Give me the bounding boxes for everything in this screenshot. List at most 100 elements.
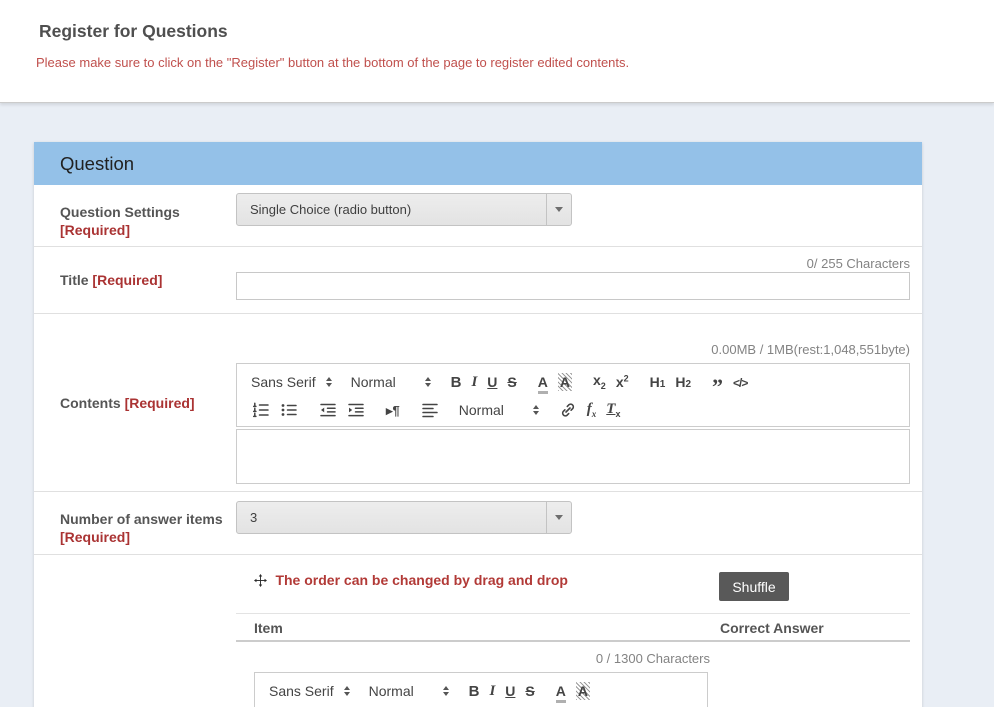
list-ordered-button[interactable]	[247, 397, 275, 423]
superscript-icon: x2	[616, 374, 629, 390]
contents-label: Contents [Required]	[60, 394, 238, 412]
h2-button[interactable]: H2	[670, 369, 696, 395]
size-picker[interactable]: Normal	[347, 374, 435, 390]
italic-icon: I	[489, 683, 495, 699]
item-editor-toolbar: Sans SerifNormalBIUSAAx2x2H1H2”</>▸¶	[254, 672, 708, 707]
list-ordered-icon	[252, 401, 270, 419]
question-settings-label: Question Settings [Required]	[60, 203, 238, 239]
label-text: Title	[60, 272, 89, 288]
blockquote-icon: ”	[712, 371, 723, 393]
row-contents: 0.00MB / 1MB(rest:1,048,551byte) Content…	[34, 314, 922, 492]
color-button[interactable]: A	[551, 678, 571, 704]
contents-size-counter: 0.00MB / 1MB(rest:1,048,551byte)	[34, 314, 910, 359]
answers-section: The order can be changed by drag and dro…	[34, 555, 922, 707]
formula-button[interactable]: fx	[582, 397, 602, 423]
background-button[interactable]: A	[571, 678, 595, 704]
font-picker[interactable]: Sans Serif	[265, 683, 354, 699]
subscript-icon: x2	[593, 373, 606, 391]
indent-button[interactable]	[342, 397, 370, 423]
outdent-button[interactable]	[314, 397, 342, 423]
underline-button[interactable]: U	[482, 369, 502, 395]
italic-button[interactable]: I	[484, 678, 500, 704]
direction-button[interactable]: ▸¶	[381, 397, 405, 423]
contents-editor-area[interactable]	[236, 429, 910, 484]
item-char-counter: 0 / 1300 Characters	[236, 651, 710, 666]
question-panel: Question Question Settings [Required] Si…	[34, 142, 922, 707]
outdent-icon	[319, 401, 337, 419]
italic-button[interactable]: I	[466, 369, 482, 395]
h2-icon: H2	[675, 375, 691, 390]
correct-answer-column-header: Correct Answer	[720, 620, 824, 636]
color-icon: A	[538, 375, 548, 390]
strike-icon: S	[507, 375, 516, 390]
required-badge: [Required]	[92, 272, 162, 288]
item-column-header: Item	[254, 620, 283, 636]
underline-icon: U	[487, 375, 497, 390]
color-button[interactable]: A	[533, 369, 553, 395]
num-items-value: 3	[237, 510, 257, 525]
updown-arrows-icon	[425, 377, 431, 387]
subscript-button[interactable]: x2	[588, 369, 611, 395]
row-question-settings: Question Settings [Required] Single Choi…	[34, 193, 922, 247]
background-icon: A	[576, 684, 590, 699]
header-picker-label: Normal	[459, 402, 504, 418]
shuffle-button[interactable]: Shuffle	[719, 572, 789, 601]
font-picker-label: Sans Serif	[269, 683, 334, 699]
label-text: Question Settings	[60, 204, 180, 220]
strike-button[interactable]: S	[520, 678, 539, 704]
title-input[interactable]	[236, 272, 910, 300]
updown-arrows-icon	[326, 377, 332, 387]
direction-icon: ▸¶	[386, 403, 400, 418]
label-text: Number of answer items	[60, 511, 223, 527]
bold-button[interactable]: B	[464, 678, 485, 704]
required-badge: [Required]	[60, 529, 130, 545]
question-type-select[interactable]: Single Choice (radio button)	[236, 193, 572, 226]
blockquote-button[interactable]: ”	[707, 369, 728, 395]
contents-editor-toolbar: Sans Serif Normal BIUS AAx2 x2 H1 H2 ” </> ▸¶ Norm…	[236, 363, 910, 427]
align-button[interactable]	[416, 397, 444, 423]
drag-drop-row: The order can be changed by drag and dro…	[236, 555, 910, 613]
code-button[interactable]: </>	[728, 369, 752, 395]
select-dropdown-arrow-icon[interactable]	[546, 502, 571, 533]
background-icon: A	[558, 375, 572, 390]
bold-icon: B	[451, 375, 462, 390]
required-badge: [Required]	[125, 395, 195, 411]
num-items-select[interactable]: 3	[236, 501, 572, 534]
item-editor: Sans SerifNormalBIUSAAx2x2H1H2”</>▸¶	[254, 672, 708, 707]
font-picker[interactable]: Sans Serif	[247, 374, 336, 390]
required-badge: [Required]	[60, 222, 130, 238]
clean-button[interactable]: Tx	[601, 397, 625, 423]
label-text: Contents	[60, 395, 121, 411]
select-dropdown-arrow-icon[interactable]	[546, 194, 571, 225]
page-note: Please make sure to click on the "Regist…	[0, 42, 994, 70]
strike-icon: S	[525, 684, 534, 699]
updown-arrows-icon	[443, 686, 449, 696]
list-bullet-button[interactable]	[275, 397, 303, 423]
section-header: Question	[34, 142, 922, 185]
row-number-of-answer-items: Number of answer items [Required] 3	[34, 501, 922, 555]
drag-drop-note: The order can be changed by drag and dro…	[275, 572, 568, 588]
underline-button[interactable]: U	[500, 678, 520, 704]
indent-icon	[347, 401, 365, 419]
title-label: Title [Required]	[60, 271, 238, 289]
superscript-button[interactable]: x2	[611, 369, 634, 395]
color-icon: A	[556, 684, 566, 699]
clean-icon: Tx	[606, 401, 620, 419]
formula-icon: fx	[587, 401, 597, 419]
h1-button[interactable]: H1	[645, 369, 671, 395]
list-bullet-icon	[280, 401, 298, 419]
size-picker-label: Normal	[369, 683, 414, 699]
updown-arrows-icon	[344, 686, 350, 696]
link-button[interactable]	[554, 397, 582, 423]
page-title: Register for Questions	[0, 0, 994, 42]
background-button[interactable]: A	[553, 369, 577, 395]
answer-table-header: Item Correct Answer	[236, 614, 910, 642]
page-header: Register for Questions Please make sure …	[0, 0, 994, 103]
header-picker[interactable]: Normal	[455, 402, 543, 418]
font-picker-label: Sans Serif	[251, 374, 316, 390]
strike-button[interactable]: S	[502, 369, 521, 395]
bold-button[interactable]: B	[446, 369, 467, 395]
code-icon: </>	[733, 375, 747, 390]
size-picker[interactable]: Normal	[365, 683, 453, 699]
move-icon	[254, 574, 267, 592]
